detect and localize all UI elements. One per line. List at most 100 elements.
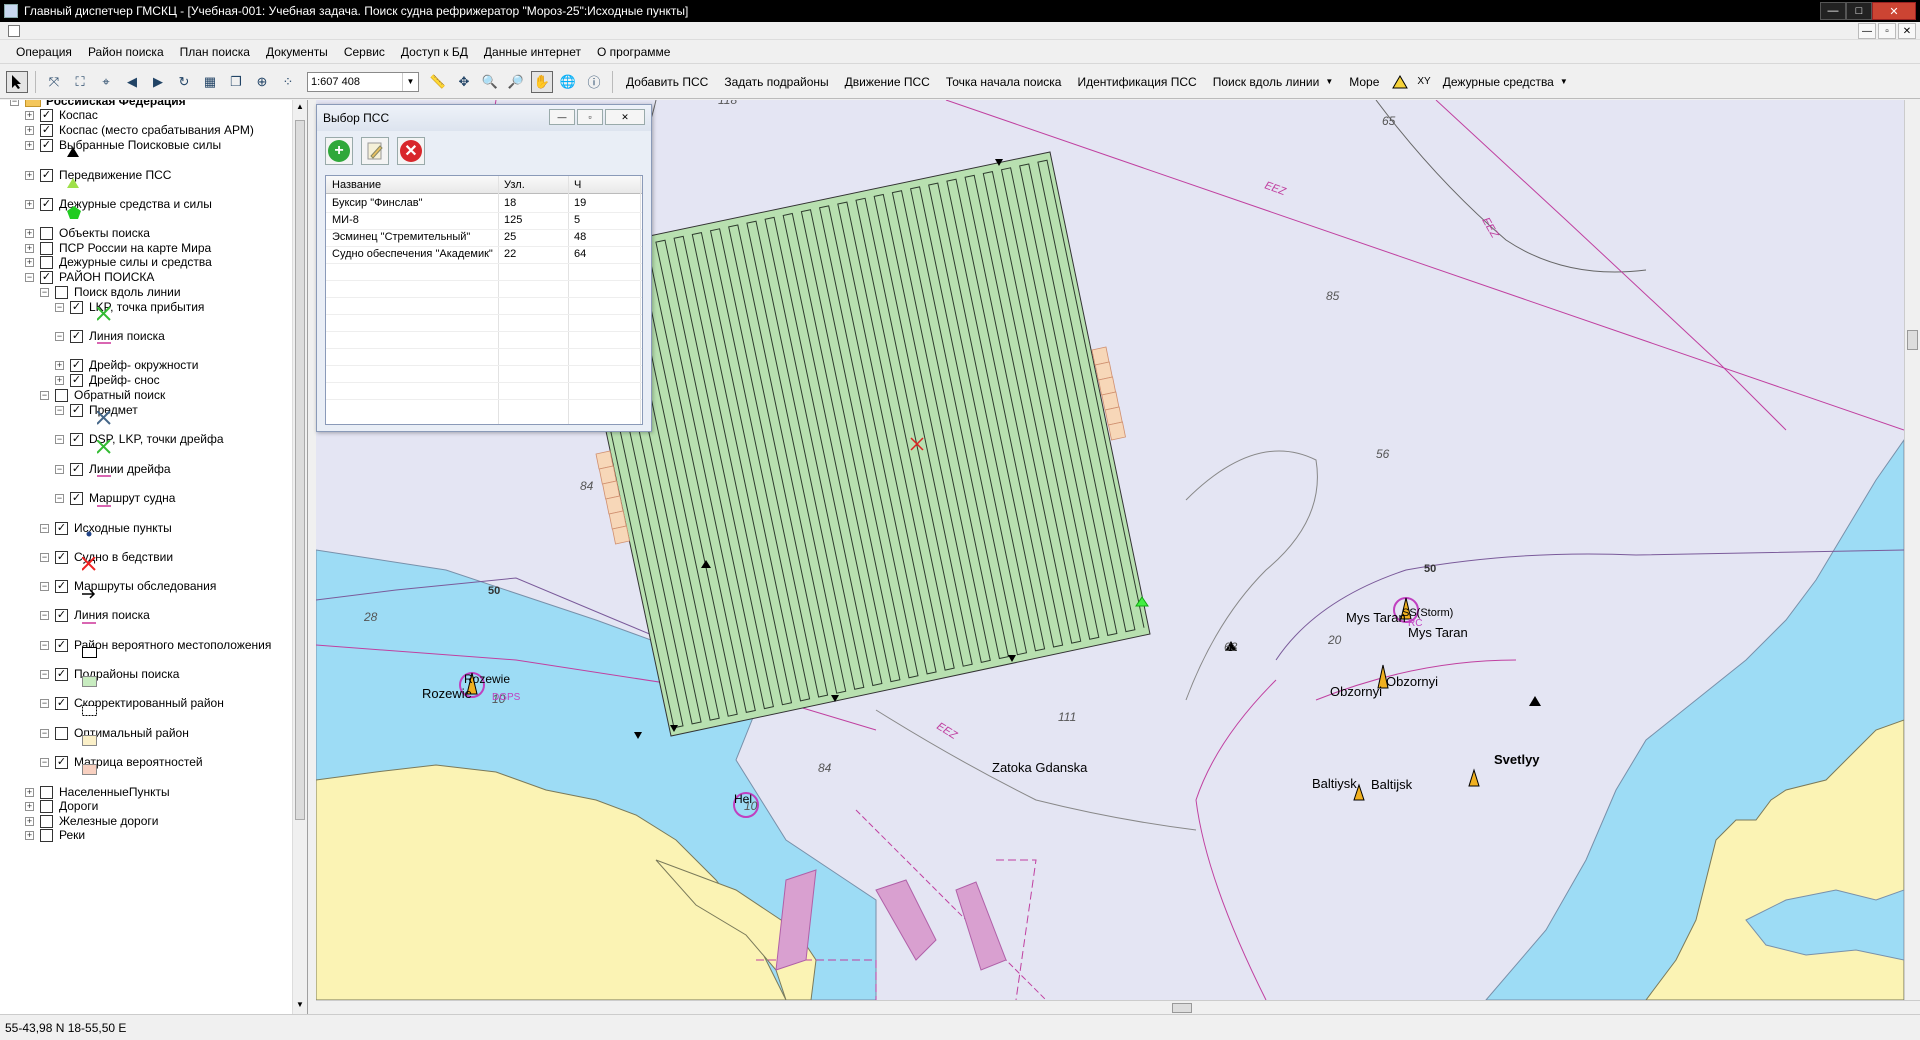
full-extent-icon[interactable]: ⤧ — [43, 71, 65, 93]
checkbox-unchecked[interactable] — [40, 799, 53, 813]
expand-icon[interactable]: + — [25, 830, 34, 840]
checkbox-checked[interactable]: ✓ — [70, 373, 83, 387]
tree-node[interactable]: + ✓ Выбранные Поисковые силы — [25, 136, 221, 154]
menu-db-access[interactable]: Доступ к БД — [393, 42, 476, 62]
tree-node[interactable]: + ✓ Передвижение ПСС — [25, 166, 171, 184]
collapse-icon[interactable]: − — [40, 610, 49, 620]
checkbox-checked[interactable]: ✓ — [40, 168, 53, 182]
checkbox-checked[interactable]: ✓ — [55, 521, 68, 535]
checkbox-unchecked[interactable] — [55, 726, 68, 740]
checkbox-checked[interactable]: ✓ — [55, 579, 68, 593]
expand-icon[interactable]: + — [25, 228, 34, 238]
back-arrow-icon[interactable]: ◀ — [121, 71, 143, 93]
close-button[interactable]: ✕ — [1872, 2, 1916, 20]
minimize-button[interactable]: — — [1820, 2, 1846, 20]
expand-icon[interactable]: + — [55, 360, 64, 370]
collapse-icon[interactable]: − — [10, 100, 19, 106]
pan-hand-icon[interactable]: ✋ — [531, 70, 553, 93]
tree-node[interactable]: + Реки — [25, 826, 85, 844]
checkbox-checked[interactable]: ✓ — [70, 432, 83, 446]
search-start-point-button[interactable]: Точка начала поиска — [938, 75, 1070, 89]
pointer-tool-icon[interactable] — [6, 70, 28, 93]
mdi-close-button[interactable]: ✕ — [1898, 23, 1916, 39]
map-hscroll-thumb[interactable] — [1172, 1003, 1192, 1013]
tree-node[interactable]: − ✓ Маршруты обследования — [40, 577, 216, 595]
checkbox-checked[interactable]: ✓ — [40, 138, 53, 152]
tree-node[interactable]: − ✓ Матрица вероятностей — [40, 753, 203, 771]
globe-icon[interactable]: 🌐 — [557, 71, 579, 93]
collapse-icon[interactable]: − — [55, 434, 64, 444]
collapse-icon[interactable]: − — [40, 669, 49, 679]
checkbox-checked[interactable]: ✓ — [70, 403, 83, 417]
collapse-icon[interactable]: − — [40, 698, 49, 708]
tree-node[interactable]: − ✓ Маршрут судна — [55, 489, 175, 507]
expand-icon[interactable]: + — [25, 199, 34, 209]
checkbox-checked[interactable]: ✓ — [40, 270, 53, 284]
column-header-name[interactable]: Название — [328, 177, 496, 194]
tree-scroll-thumb[interactable] — [295, 120, 305, 820]
collapse-icon[interactable]: − — [55, 493, 64, 503]
expand-icon[interactable]: + — [25, 787, 34, 797]
checkbox-unchecked[interactable] — [55, 388, 68, 402]
column-header-hours[interactable]: Ч — [570, 177, 638, 194]
checkbox-checked[interactable]: ✓ — [55, 550, 68, 564]
column-header-knots[interactable]: Узл. — [500, 177, 566, 194]
tree-node[interactable]: − ✓ Судно в бедствии — [40, 548, 173, 566]
duty-means-dropdown[interactable]: Дежурные средства ▼ — [1435, 75, 1576, 89]
tree-node[interactable]: − ✓ Подрайоны поиска — [40, 665, 179, 683]
checkbox-checked[interactable]: ✓ — [70, 358, 83, 372]
warning-triangle-icon[interactable] — [1389, 71, 1411, 93]
map-horizontal-scrollbar[interactable] — [316, 1000, 1920, 1014]
checkbox-checked[interactable]: ✓ — [70, 300, 83, 314]
checkbox-checked[interactable]: ✓ — [40, 197, 53, 211]
dialog-titlebar[interactable]: Выбор ПСС — ▫ ✕ — [317, 105, 651, 131]
menu-internet-data[interactable]: Данные интернет — [476, 42, 589, 62]
scale-combobox[interactable]: 1:607 408 ▼ — [307, 71, 419, 92]
tree-node[interactable]: − ✓ Скорректированный район — [40, 694, 224, 712]
expand-icon[interactable]: + — [25, 816, 34, 826]
document-icon[interactable] — [8, 25, 20, 37]
zoom-region-icon[interactable]: ⊕ — [251, 71, 273, 93]
ruler-icon[interactable]: 📏 — [427, 71, 449, 93]
checkbox-checked[interactable]: ✓ — [70, 491, 83, 505]
map-view-icon[interactable]: ▦ — [199, 71, 221, 93]
pss-identification-button[interactable]: Идентификация ПСС — [1069, 75, 1204, 89]
add-pss-button[interactable]: Добавить ПСС — [618, 75, 716, 89]
tree-node[interactable]: − ✓ LKP, точка прибытия — [55, 298, 204, 316]
add-pss-button[interactable]: + — [325, 137, 353, 165]
menu-operation[interactable]: Операция — [8, 42, 80, 62]
expand-icon[interactable]: + — [25, 140, 34, 150]
collapse-icon[interactable]: − — [40, 552, 49, 562]
mdi-restore-button[interactable]: ▫ — [1878, 23, 1896, 39]
fit-extent-icon[interactable]: ⛶ — [69, 71, 91, 93]
info-icon[interactable]: ⓘ — [583, 71, 605, 93]
checkbox-checked[interactable]: ✓ — [70, 462, 83, 476]
tree-node[interactable]: + ✓ Дежурные средства и силы — [25, 195, 212, 213]
edit-pss-button[interactable] — [361, 137, 389, 165]
collapse-icon[interactable]: − — [40, 640, 49, 650]
identify-icon[interactable]: ⌖ — [95, 71, 117, 93]
delete-pss-button[interactable]: ✕ — [397, 137, 425, 165]
dialog-restore-button[interactable]: ▫ — [577, 109, 603, 125]
tree-scrollbar[interactable]: ▲ ▼ — [292, 100, 307, 1014]
menu-service[interactable]: Сервис — [336, 42, 393, 62]
checkbox-checked[interactable]: ✓ — [55, 755, 68, 769]
collapse-icon[interactable]: − — [55, 405, 64, 415]
dialog-close-button[interactable]: ✕ — [605, 109, 645, 125]
move-icon[interactable]: ✥ — [453, 71, 475, 93]
tree-node[interactable]: − ✓ Исходные пункты — [40, 519, 172, 537]
maximize-button[interactable]: □ — [1846, 2, 1872, 20]
forward-arrow-icon[interactable]: ▶ — [147, 71, 169, 93]
collapse-icon[interactable]: − — [40, 728, 49, 738]
expand-icon[interactable]: + — [25, 801, 34, 811]
checkbox-checked[interactable]: ✓ — [55, 608, 68, 622]
expand-icon[interactable]: + — [25, 243, 34, 253]
checkbox-unchecked[interactable] — [40, 226, 53, 240]
chevron-down-icon[interactable]: ▼ — [402, 72, 418, 91]
collapse-icon[interactable]: − — [55, 331, 64, 341]
xy-coordinates-button[interactable]: XY — [1413, 76, 1434, 87]
collapse-icon[interactable]: − — [40, 581, 49, 591]
dialog-minimize-button[interactable]: — — [549, 109, 575, 125]
checkbox-checked[interactable]: ✓ — [55, 696, 68, 710]
menu-search-plan[interactable]: План поиска — [172, 42, 258, 62]
